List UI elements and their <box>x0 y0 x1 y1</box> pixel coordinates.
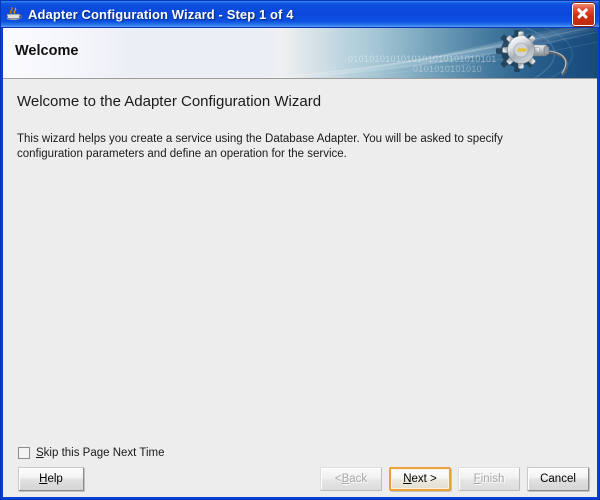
banner-binary-row-2: 0101010101010 <box>413 64 482 74</box>
wizard-button-row: Help < Back Next > Finish Cancel <box>11 467 589 491</box>
window-title: Adapter Configuration Wizard - Step 1 of… <box>28 6 294 22</box>
finish-button-label: inish <box>480 473 505 485</box>
back-button-prefix: < <box>334 473 342 485</box>
wizard-banner: 0101010101010101010101010101 01010101010… <box>3 28 597 79</box>
back-button: < Back <box>320 467 382 491</box>
skip-page-row[interactable]: Skip this Page Next Time <box>11 447 589 467</box>
cancel-button[interactable]: Cancel <box>527 467 589 491</box>
back-button-label: ack <box>349 473 368 485</box>
next-button-mnemonic: N <box>403 473 412 485</box>
wizard-bottom-bar: Skip this Page Next Time Help < Back Nex… <box>3 447 597 497</box>
banner-swoosh-decoration <box>267 28 597 78</box>
back-button-mnemonic: B <box>341 473 350 485</box>
help-button-mnemonic: H <box>39 473 48 485</box>
window-client-area: 0101010101010101010101010101 01010101010… <box>3 28 597 497</box>
skip-page-label: Skip this Page Next Time <box>36 447 164 459</box>
next-button[interactable]: Next > <box>389 467 451 491</box>
banner-title: Welcome <box>15 43 79 59</box>
skip-page-checkbox[interactable] <box>18 447 30 459</box>
next-button-label: ext > <box>411 473 437 485</box>
cancel-button-label: Cancel <box>540 473 576 485</box>
page-title: Welcome to the Adapter Configuration Wiz… <box>17 93 322 110</box>
skip-page-label-rest: kip this Page Next Time <box>43 447 165 459</box>
title-bar[interactable]: Adapter Configuration Wizard - Step 1 of… <box>1 1 599 28</box>
coffee-cup-icon <box>5 5 23 23</box>
close-icon[interactable] <box>572 2 595 26</box>
help-button[interactable]: Help <box>18 467 84 491</box>
page-description: This wizard helps you create a service u… <box>17 133 503 160</box>
skip-page-label-mnemonic: S <box>36 447 44 459</box>
gear-cable-icon <box>491 28 591 78</box>
help-button-label: elp <box>47 473 63 485</box>
wizard-page-content: Welcome to the Adapter Configuration Wiz… <box>3 79 597 447</box>
wizard-window: Adapter Configuration Wizard - Step 1 of… <box>0 0 600 500</box>
banner-binary-row-1: 0101010101010101010101010101 <box>348 54 497 64</box>
finish-button: Finish <box>458 467 520 491</box>
finish-button-mnemonic: F <box>473 473 481 485</box>
